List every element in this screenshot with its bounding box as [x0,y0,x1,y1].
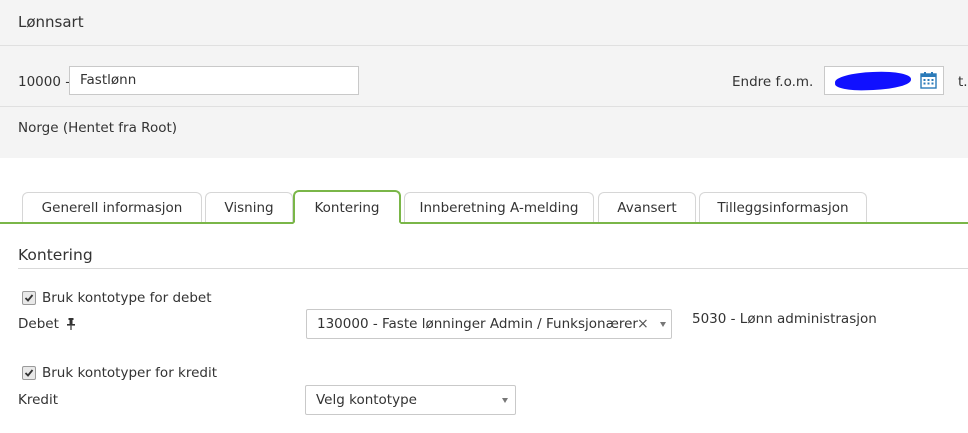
change-from-date-input[interactable] [824,66,944,95]
tab-avansert[interactable]: Avansert [598,192,696,222]
section-divider [18,268,968,269]
section-title: Kontering [18,246,93,264]
tab-tilleggsinformasjon[interactable]: Tilleggsinformasjon [699,192,867,222]
debit-checkbox-label: Bruk kontotype for debet [42,290,212,306]
debit-label: Debet [18,316,59,332]
checkmark-icon [24,294,34,302]
debit-account-select[interactable]: 130000 - Faste lønninger Admin / Funksjo… [306,309,672,339]
calendar-icon[interactable] [920,72,937,93]
debit-select-value: 130000 - Faste lønninger Admin / Funksjo… [317,316,638,332]
credit-checkbox-label: Bruk kontotyper for kredit [42,365,218,381]
origin-text: Norge (Hentet fra Root) [18,120,178,136]
pin-icon[interactable] [66,318,76,334]
tab-generell-informasjon[interactable]: Generell informasjon [22,192,202,222]
tab-innberetning-a-melding[interactable]: Innberetning A-melding [404,192,594,222]
divider [0,45,968,46]
page-title: Lønnsart [18,13,84,31]
credit-checkbox[interactable] [22,366,36,380]
credit-account-select[interactable]: Velg kontotype [305,385,516,415]
to-date-label: t. [958,74,968,90]
tab-kontering[interactable]: Kontering [293,190,401,224]
tab-bar: Generell informasjon Visning Kontering I… [0,190,968,224]
divider [0,106,968,107]
checkmark-icon [24,369,34,377]
chevron-down-icon[interactable] [660,322,666,327]
tab-visning[interactable]: Visning [205,192,293,222]
change-from-label: Endre f.o.m. [732,74,814,90]
clear-icon[interactable]: × [637,310,649,338]
debit-account-text: 5030 - Lønn administrasjon [692,311,877,327]
credit-label: Kredit [18,392,59,408]
wage-code-label: 10000 - [18,74,71,90]
debit-checkbox[interactable] [22,291,36,305]
redacted-date [834,70,912,92]
chevron-down-icon[interactable] [502,398,508,403]
wage-name-input[interactable]: Fastlønn [69,66,359,95]
credit-select-value: Velg kontotype [316,392,417,408]
